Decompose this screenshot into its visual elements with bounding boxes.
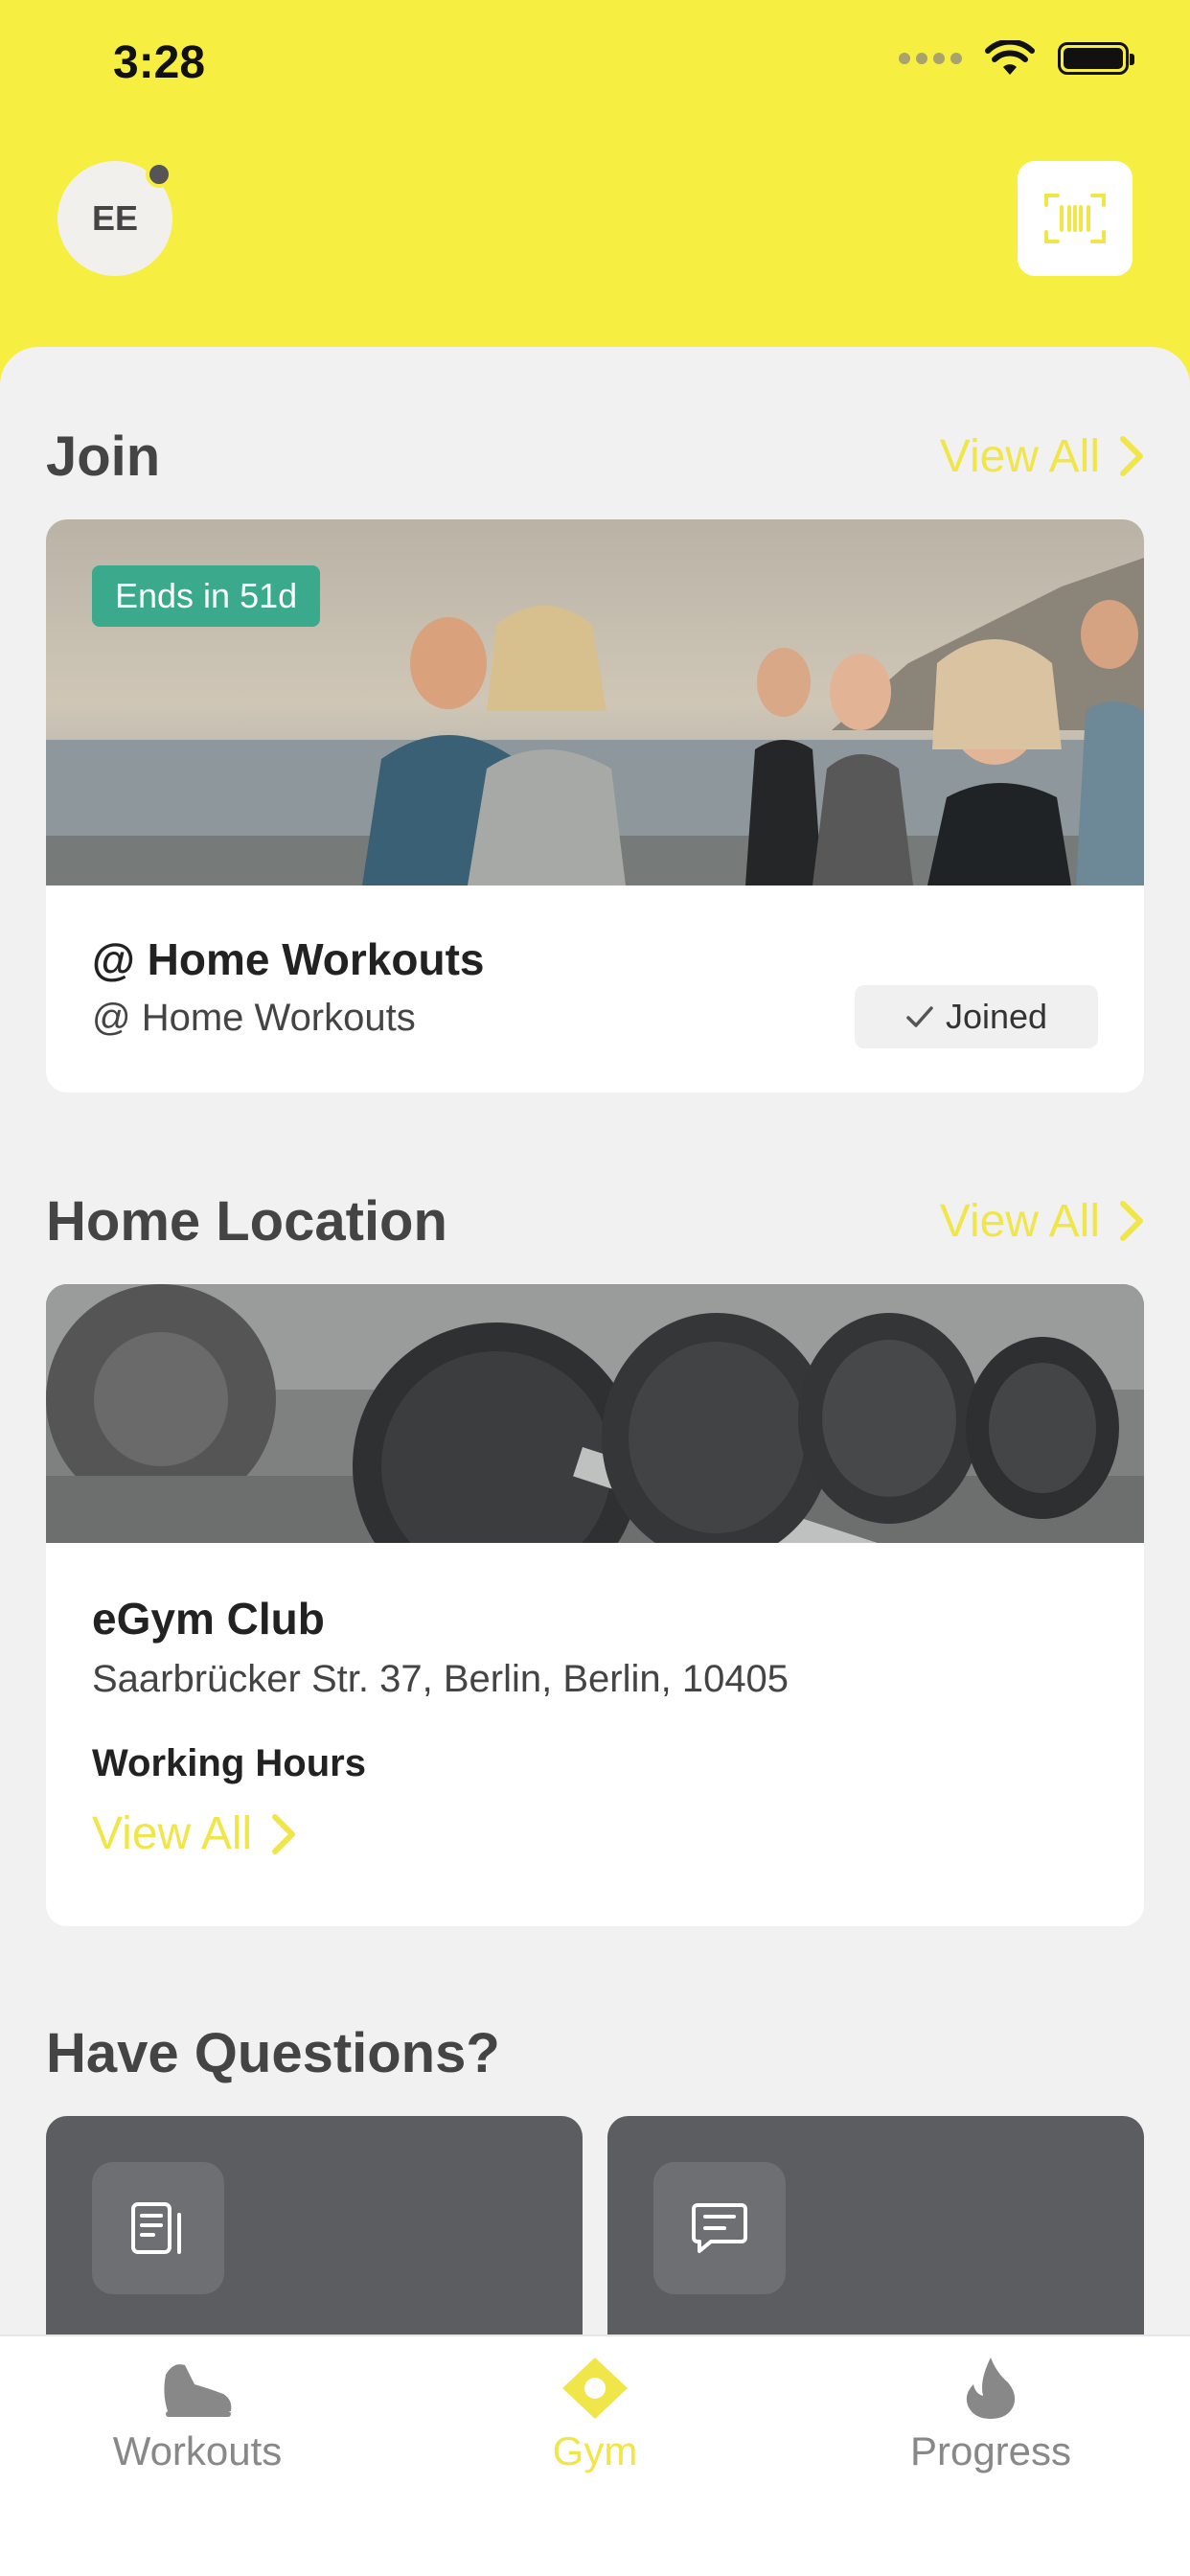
chevron-right-icon bbox=[1120, 1201, 1143, 1241]
status-bar: 3:28 bbox=[0, 0, 1190, 134]
home-location-card[interactable]: eGym Club Saarbrücker Str. 37, Berlin, B… bbox=[46, 1284, 1144, 1926]
join-header: Join View All bbox=[46, 418, 1144, 494]
document-icon bbox=[131, 2202, 181, 2254]
join-view-all-link[interactable]: View All bbox=[940, 430, 1144, 483]
tab-progress[interactable]: Progress bbox=[847, 2356, 1134, 2474]
chat-bubble-icon bbox=[692, 2203, 747, 2253]
home-location-view-all-label: View All bbox=[939, 1195, 1100, 1247]
join-title: Join bbox=[46, 425, 161, 488]
main-sheet: Join View All Ends in 51d @ Home Workout… bbox=[0, 347, 1190, 2576]
status-time: 3:28 bbox=[113, 37, 206, 88]
challenge-subtitle: @ Home Workouts bbox=[92, 997, 416, 1039]
questions-title: Have Questions? bbox=[46, 2021, 500, 2084]
avatar[interactable]: EE bbox=[57, 161, 172, 276]
join-view-all-label: View All bbox=[939, 430, 1100, 482]
runners-photo: Ends in 51d bbox=[46, 519, 1144, 886]
battery-icon bbox=[1058, 42, 1134, 75]
avatar-initials: EE bbox=[91, 198, 139, 238]
ends-in-badge: Ends in 51d bbox=[92, 565, 321, 627]
chevron-right-icon bbox=[272, 1813, 296, 1854]
working-hours-view-all-link[interactable]: View All bbox=[92, 1807, 296, 1860]
gym-pin-icon bbox=[562, 2358, 628, 2419]
tab-workouts[interactable]: Workouts bbox=[54, 2356, 341, 2474]
dumbbells-photo bbox=[46, 1284, 1144, 1543]
gym-name: eGym Club bbox=[92, 1594, 325, 1644]
wifi-icon bbox=[985, 40, 1035, 75]
notification-dot bbox=[146, 161, 172, 188]
working-hours-label: Working Hours bbox=[92, 1742, 366, 1784]
faq-icon-tile bbox=[92, 2162, 224, 2294]
tab-gym-label: Gym bbox=[552, 2428, 638, 2473]
joined-label: Joined bbox=[945, 997, 1048, 1036]
challenge-card[interactable]: Ends in 51d @ Home Workouts @ Home Worko… bbox=[46, 519, 1144, 1092]
working-hours-view-all-label: View All bbox=[92, 1808, 253, 1859]
tab-gym[interactable]: Gym bbox=[451, 2356, 739, 2474]
scan-button[interactable] bbox=[1018, 161, 1133, 276]
tab-bar: Workouts Gym Progress bbox=[0, 2334, 1190, 2576]
joined-status-button[interactable]: Joined bbox=[855, 985, 1098, 1048]
chevron-right-icon bbox=[1120, 436, 1143, 476]
questions-header: Have Questions? bbox=[46, 2014, 1144, 2091]
signal-icon bbox=[899, 53, 962, 64]
shoe-icon bbox=[164, 2364, 232, 2417]
home-location-header: Home Location View All bbox=[46, 1183, 1144, 1259]
tab-workouts-label: Workouts bbox=[112, 2428, 283, 2473]
chat-icon-tile bbox=[653, 2162, 786, 2294]
home-location-view-all-link[interactable]: View All bbox=[940, 1195, 1144, 1248]
challenge-title: @ Home Workouts bbox=[92, 934, 485, 984]
checkmark-icon bbox=[906, 1006, 933, 1027]
status-icons bbox=[899, 40, 1134, 77]
gym-address: Saarbrücker Str. 37, Berlin, Berlin, 104… bbox=[92, 1658, 790, 1700]
home-location-title: Home Location bbox=[46, 1189, 447, 1253]
barcode-scan-icon bbox=[1044, 194, 1106, 243]
tab-progress-label: Progress bbox=[909, 2428, 1072, 2473]
flame-icon bbox=[966, 2358, 1016, 2419]
